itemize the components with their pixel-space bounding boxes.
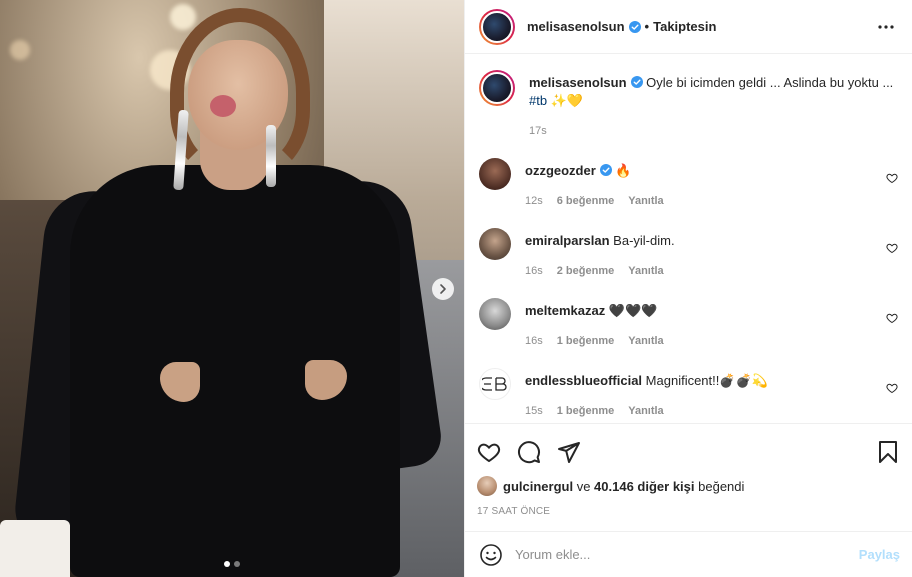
carousel-dot	[234, 561, 240, 567]
commenter-username[interactable]: meltemkazaz	[525, 303, 605, 318]
post-actions: gulcinergul ve 40.146 diğer kişi beğendi…	[465, 423, 912, 531]
share-button[interactable]	[557, 432, 597, 472]
comments-list[interactable]: melisasenolsun Oyle bi icimden geldi ...…	[465, 54, 912, 423]
action-icons	[477, 432, 900, 472]
comment-meta: 12s 6 beğenme Yanıtla	[525, 192, 898, 210]
likes-suffix: beğendi	[698, 478, 745, 494]
comment-meta: 15s 1 beğenme Yanıtla	[525, 402, 898, 420]
caption-emoji: ✨💛	[550, 93, 584, 108]
post-photo[interactable]	[0, 0, 464, 577]
verified-badge-icon	[628, 20, 641, 33]
comment-text: Magnificent!!💣💣💫	[645, 373, 768, 388]
likes-connector: ve	[576, 478, 591, 494]
heart-icon[interactable]	[886, 242, 898, 254]
coffee-cup	[0, 520, 70, 577]
commenter-avatar[interactable]	[479, 228, 511, 260]
comment-text: Ba-yil-dim.	[613, 233, 675, 248]
author-avatar[interactable]	[479, 70, 515, 106]
post-timestamp[interactable]: 17 SAAT ÖNCE	[477, 506, 900, 517]
heart-icon[interactable]	[886, 382, 898, 394]
save-button[interactable]	[860, 432, 900, 472]
like-button[interactable]	[477, 432, 517, 472]
comment-icon	[518, 441, 540, 464]
comment-time: 12s	[525, 195, 543, 207]
heart-icon[interactable]	[886, 312, 898, 324]
hashtag-link[interactable]: #tb	[529, 93, 547, 108]
verified-badge-icon	[630, 76, 643, 88]
caption-meta: 17s	[529, 122, 898, 140]
liker-avatar[interactable]	[477, 476, 497, 496]
comment-text: 🖤🖤🖤	[608, 303, 658, 318]
comment-composer: Paylaş	[465, 531, 912, 577]
post-comment-button[interactable]: Paylaş	[859, 547, 900, 562]
comment-text: 🔥	[615, 163, 632, 178]
comment-item: emiralparslan Ba-yil-dim. 16s 2 beğenme …	[479, 228, 898, 280]
carousel-dot-active	[224, 561, 230, 567]
reply-button[interactable]: Yanıtla	[628, 262, 663, 280]
post-modal: melisasenolsun • Takiptesin melisasenols…	[0, 0, 912, 577]
carousel-indicator	[224, 561, 240, 567]
reply-button[interactable]: Yanıtla	[628, 192, 663, 210]
commenter-username[interactable]: emiralparslan	[525, 233, 610, 248]
bookmark-icon	[879, 441, 897, 463]
comment-meta: 16s 2 beğenme Yanıtla	[525, 262, 898, 280]
emoji-icon[interactable]	[479, 543, 503, 567]
commenter-avatar[interactable]	[479, 368, 511, 400]
comment-button[interactable]	[517, 432, 557, 472]
heart-icon	[477, 443, 501, 463]
next-photo-button[interactable]	[432, 278, 454, 300]
caption: melisasenolsun Oyle bi icimden geldi ...…	[479, 70, 898, 140]
brand-logo-icon	[482, 377, 507, 391]
comment-item: meltemkazaz 🖤🖤🖤 16s 1 beğenme Yanıtla	[479, 298, 898, 350]
comment-time: 15s	[525, 405, 543, 417]
commenter-username[interactable]: ozzgeozder	[525, 163, 596, 178]
comment-input[interactable]	[515, 547, 851, 562]
bokeh-light	[10, 40, 30, 60]
bokeh-light	[170, 4, 196, 30]
more-options-button[interactable]	[874, 15, 898, 39]
caption-text: Oyle bi icimden geldi ... Aslinda bu yok…	[646, 75, 894, 90]
send-icon	[558, 442, 580, 463]
post-header: melisasenolsun • Takiptesin	[465, 0, 912, 54]
more-icon	[878, 24, 894, 29]
tongue	[210, 95, 236, 117]
author-avatar[interactable]	[479, 8, 515, 45]
black-dress	[70, 165, 400, 577]
post-panel: melisasenolsun • Takiptesin melisasenols…	[464, 0, 912, 577]
commenter-avatar[interactable]	[479, 298, 511, 330]
comment-likes[interactable]: 1 beğenme	[557, 402, 614, 420]
earring	[266, 125, 276, 187]
reply-button[interactable]: Yanıtla	[628, 402, 663, 420]
likes-summary: gulcinergul ve 40.146 diğer kişi beğendi	[477, 476, 900, 496]
comment-time: 16s	[525, 335, 543, 347]
author-username[interactable]: melisasenolsun	[527, 19, 625, 34]
comment-likes[interactable]: 6 beğenme	[557, 192, 614, 210]
verified-badge-icon	[599, 164, 612, 176]
comment-meta: 16s 1 beğenme Yanıtla	[525, 332, 898, 350]
chevron-right-icon	[440, 284, 446, 294]
likes-count[interactable]: 40.146 diğer kişi	[594, 479, 694, 494]
liker-username[interactable]: gulcinergul	[503, 479, 573, 494]
comment-time: 16s	[525, 265, 543, 277]
comment-item: ozzgeozder 🔥 12s 6 beğenme Yanıtla	[479, 158, 898, 210]
comment-likes[interactable]: 1 beğenme	[557, 332, 614, 350]
follow-status-button[interactable]: Takiptesin	[653, 19, 716, 34]
heart-icon[interactable]	[886, 172, 898, 184]
reply-button[interactable]: Yanıtla	[628, 332, 663, 350]
commenter-avatar[interactable]	[479, 158, 511, 190]
header-separator: •	[644, 19, 650, 34]
caption-username[interactable]: melisasenolsun	[529, 75, 627, 90]
comment-item: endlessblueofficial Magnificent!!💣💣💫 15s…	[479, 368, 898, 420]
caption-time: 17s	[529, 125, 547, 137]
comment-likes[interactable]: 2 beğenme	[557, 262, 614, 280]
commenter-username[interactable]: endlessblueofficial	[525, 373, 642, 388]
